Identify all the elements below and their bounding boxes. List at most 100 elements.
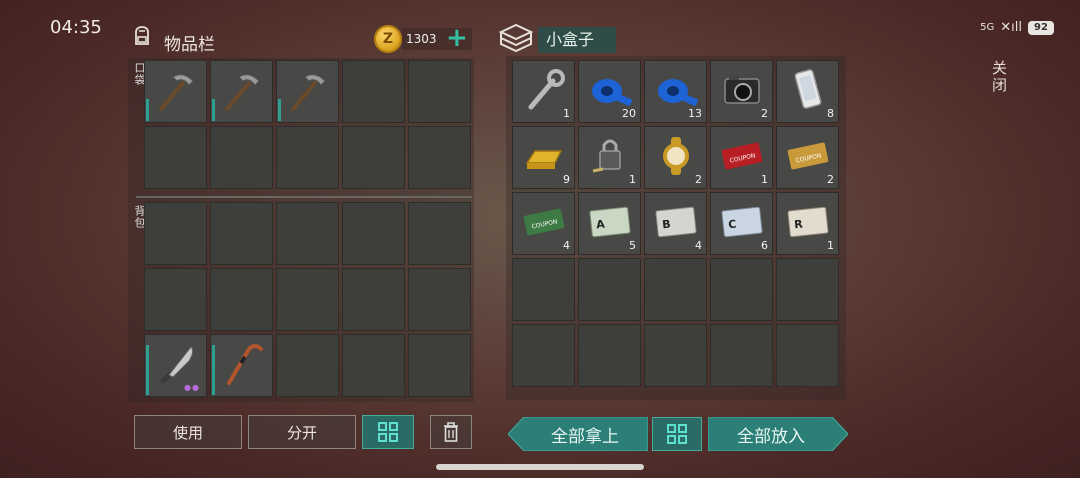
box-grid: 1 20 13 2 8 9 1 2 COUPON 1 COUPON 2 COUP… [512,60,839,398]
pickaxe-icon [159,74,194,111]
network-label: 5G [980,22,995,33]
box-slot-empty[interactable] [776,324,839,387]
item-count: 2 [761,107,768,120]
backpack-slot-empty[interactable] [144,268,207,331]
backpack-slot-machete[interactable]: ●● [144,334,207,397]
battery-icon: 92 [1028,20,1054,35]
backpack-slot-empty[interactable] [210,202,273,265]
pocket-slot-pickaxe[interactable] [144,60,207,123]
backpack-grid: ●● [144,202,471,397]
backpack-icon [135,26,149,45]
pocket-grid [144,60,471,189]
gold-bar-icon [525,150,563,169]
backpack-slot-empty[interactable] [342,268,405,331]
home-indicator[interactable] [436,464,644,470]
box-slot[interactable]: 9 [512,126,575,189]
army-card-r-icon: R [787,206,829,238]
box-slot[interactable]: 1 [512,60,575,123]
hockey-stick-icon [227,344,263,385]
pocket-slot-empty[interactable] [342,126,405,189]
item-count: 2 [695,173,702,186]
trash-button[interactable] [430,415,472,449]
box-slot-empty[interactable] [578,324,641,387]
trash-icon [444,422,458,442]
backpack-slot-empty[interactable] [342,202,405,265]
backpack-slot-empty[interactable] [276,202,339,265]
wrench-icon [528,69,565,110]
backpack-slot-empty[interactable] [408,202,471,265]
backpack-slot-empty[interactable] [276,268,339,331]
pickaxe-icon [225,74,260,111]
money-amount: 1303 [406,32,437,46]
combat-gear-coupon-icon: COUPON [721,142,763,170]
pocket-slot-pickaxe[interactable] [210,60,273,123]
box-slot[interactable]: COUPON 4 [512,192,575,255]
box-slot-empty[interactable] [710,258,773,321]
status-time: 04:35 [50,17,102,38]
box-slot-empty[interactable] [512,324,575,387]
pocket-slot-empty[interactable] [276,126,339,189]
svg-text:B: B [662,218,672,232]
grid-sort-icon [667,424,687,444]
backpack-slot-empty[interactable] [144,202,207,265]
box-slot[interactable]: COUPON 2 [776,126,839,189]
inventory-sort-button[interactable] [362,415,414,449]
smartphone-icon [794,69,822,109]
box-slot[interactable]: COUPON 1 [710,126,773,189]
close-button[interactable]: 关闭 [990,60,1010,94]
box-slot-empty[interactable] [710,324,773,387]
pocket-slot-empty[interactable] [144,126,207,189]
box-slot-empty[interactable] [512,258,575,321]
box-slot[interactable]: C 6 [710,192,773,255]
backpack-slot-empty[interactable] [408,334,471,397]
box-title: 小盒子 [538,27,616,53]
backpack-slot-empty[interactable] [342,334,405,397]
pickaxe-icon [291,74,326,111]
pocket-slot-empty[interactable] [408,60,471,123]
gold-watch-icon [663,137,689,175]
add-money-button[interactable]: + [446,24,468,52]
backpack-slot-empty[interactable] [210,268,273,331]
box-slot-empty[interactable] [776,258,839,321]
box-slot[interactable]: 2 [644,126,707,189]
status-icons: 5G ✕ıll 92 [980,20,1054,35]
box-slot-empty[interactable] [644,258,707,321]
box-icon [498,23,534,53]
item-count: 13 [688,107,702,120]
backpack-slot-empty[interactable] [408,268,471,331]
box-slot[interactable]: 2 [710,60,773,123]
box-slot-empty[interactable] [644,324,707,387]
section-divider [136,196,472,198]
box-slot-empty[interactable] [578,258,641,321]
camera-icon [724,75,760,104]
rarity-dots: ●● [184,383,200,392]
use-button[interactable]: 使用 [134,415,242,449]
gold-coupon-icon: COUPON [787,142,829,170]
box-sort-button[interactable] [652,417,702,451]
backpack-slot-hockey-stick[interactable] [210,334,273,397]
pocket-slot-empty[interactable] [342,60,405,123]
pocket-slot-empty[interactable] [408,126,471,189]
split-button[interactable]: 分开 [248,415,356,449]
box-slot[interactable]: 8 [776,60,839,123]
pocket-slot-pickaxe[interactable] [276,60,339,123]
item-count: 9 [563,173,570,186]
army-card-a-icon: A [589,206,631,238]
army-card-c-icon: C [721,206,763,238]
box-slot[interactable]: 1 [578,126,641,189]
coin-icon: Z [374,25,402,53]
pocket-slot-empty[interactable] [210,126,273,189]
item-count: 1 [563,107,570,120]
inventory-title: 物品栏 [164,35,215,55]
box-slot[interactable]: R 1 [776,192,839,255]
item-count: 4 [563,239,570,252]
box-slot[interactable]: A 5 [578,192,641,255]
ration-coupon-icon: COUPON [523,208,565,236]
backpack-slot-empty[interactable] [276,334,339,397]
item-count: 6 [761,239,768,252]
box-slot[interactable]: 20 [578,60,641,123]
box-slot[interactable]: B 4 [644,192,707,255]
box-slot[interactable]: 13 [644,60,707,123]
take-all-button[interactable]: 全部拿上 [522,417,648,451]
put-all-button[interactable]: 全部放入 [708,417,834,451]
